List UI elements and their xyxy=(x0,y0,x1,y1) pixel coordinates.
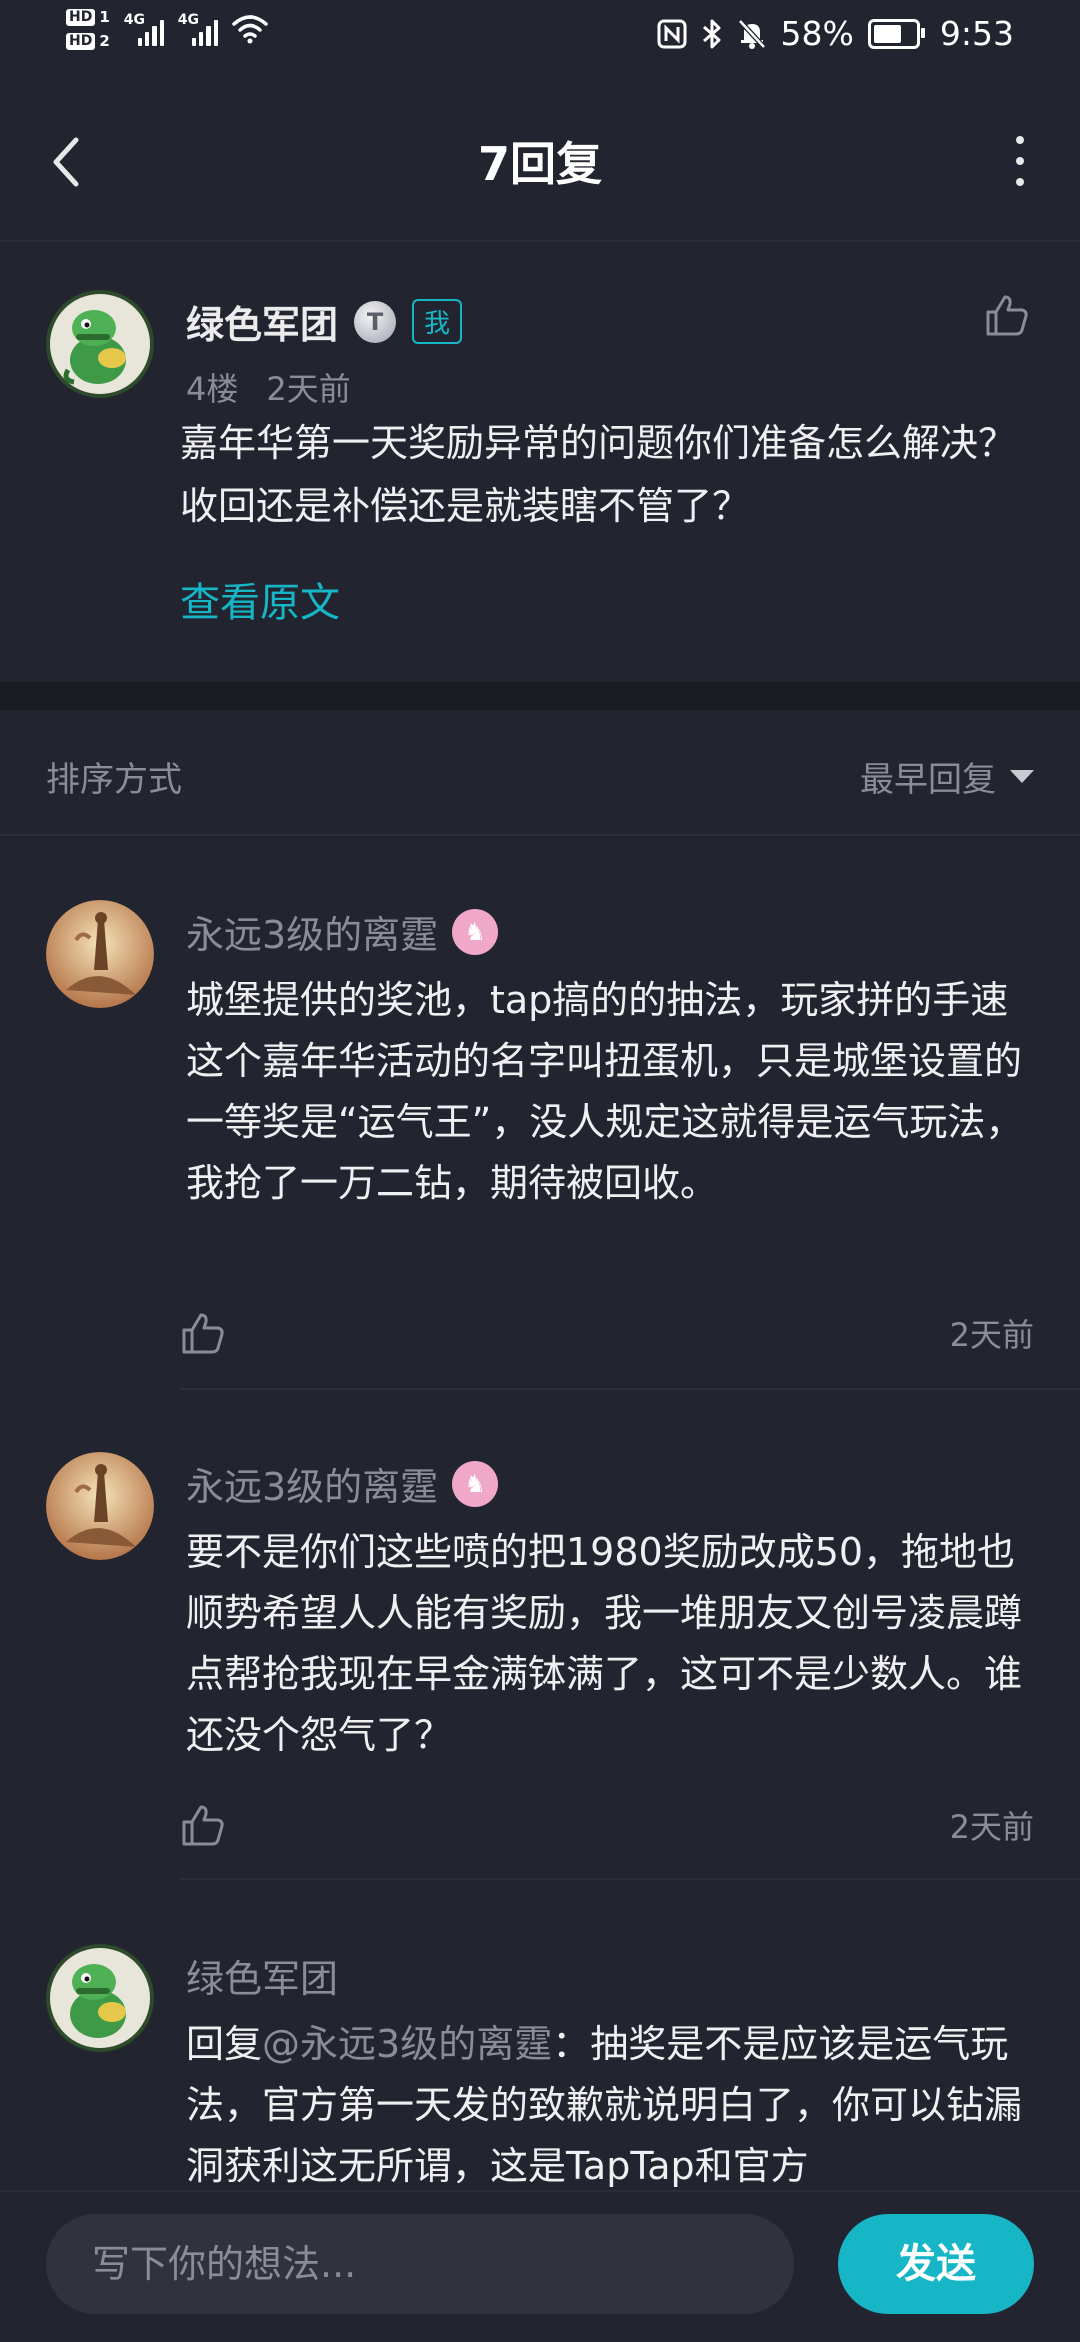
sort-label: 排序方式 xyxy=(46,760,182,800)
chess-knight-badge-icon: ♞ xyxy=(452,1460,499,1507)
post-author-name[interactable]: 绿色军团 xyxy=(186,294,338,349)
reply-item: 绿色军团 回复@永远3级的离霆：抽奖是不是应该是运气玩法，官方第一天发的致歉就说… xyxy=(0,1944,1080,2194)
more-vertical-icon[interactable] xyxy=(1010,136,1030,186)
reply-author-name[interactable]: 永远3级的离霆 xyxy=(186,904,438,959)
caret-down-icon xyxy=(1010,770,1034,783)
reply-body: 要不是你们这些喷的把1980奖励改成50，拖地也顺势希望人人能有奖励，我一堆朋友… xyxy=(186,1530,1023,1757)
floor-number: 4楼 xyxy=(186,370,239,408)
status-right: 58% 9:53 xyxy=(657,14,1014,53)
battery-icon xyxy=(867,18,925,49)
reply-body: 回复@永远3级的离霆：抽奖是不是应该是运气玩法，官方第一天发的致歉就说明白了，你… xyxy=(186,2014,1036,2194)
network-type-1: 4G xyxy=(123,12,146,28)
reply-item: 永远3级的离霆 ♞ 要不是你们这些喷的把1980奖励改成50，拖地也顺势希望人人… xyxy=(0,1452,1080,1882)
thumbs-up-icon[interactable] xyxy=(984,292,1030,338)
sim1-number: 1 xyxy=(99,8,110,26)
post-author: 绿色军团 T 我 xyxy=(186,294,463,349)
avatar[interactable] xyxy=(46,290,154,398)
me-tag: 我 xyxy=(412,299,463,344)
sim2-number: 2 xyxy=(99,32,110,50)
mute-bell-icon xyxy=(737,18,766,49)
avatar[interactable] xyxy=(46,900,154,1008)
comment-input[interactable]: 写下你的想法... xyxy=(46,2214,794,2314)
reply-time: 2天前 xyxy=(949,1316,1034,1354)
comment-composer: 写下你的想法... 发送 xyxy=(0,2190,1080,2342)
reply-separator xyxy=(180,1878,1080,1880)
avatar[interactable] xyxy=(46,1944,154,2052)
battery-percent: 58% xyxy=(780,14,854,53)
wifi-icon xyxy=(232,15,268,44)
nfc-icon xyxy=(657,19,687,48)
reply-time: 2天前 xyxy=(949,1808,1034,1846)
hd-sim1: HD 1 xyxy=(66,8,110,26)
page-title: 7回复 xyxy=(477,137,602,191)
sort-dropdown[interactable]: 最早回复 xyxy=(860,752,1034,801)
clock: 9:53 xyxy=(939,14,1014,53)
network-type-2: 4G xyxy=(177,12,200,28)
reply-author: 绿色军团 xyxy=(186,1948,338,2003)
hd-sim2: HD 2 xyxy=(66,32,110,50)
signal-icon: 4G xyxy=(178,12,218,46)
reply-item: 永远3级的离霆 ♞ 城堡提供的奖池，tap搞的的抽法，玩家拼的手速 这个嘉年华活… xyxy=(0,900,1080,1390)
reply-body: 城堡提供的奖池，tap搞的的抽法，玩家拼的手速 这个嘉年华活动的名字叫扭蛋机，只… xyxy=(186,978,1024,1205)
reply-author-name[interactable]: 绿色军团 xyxy=(186,1948,338,2003)
sort-selected: 最早回复 xyxy=(860,760,996,800)
send-button[interactable]: 发送 xyxy=(838,2214,1034,2314)
reply-author: 永远3级的离霆 ♞ xyxy=(186,1456,499,1511)
hd-badge-2: HD xyxy=(66,32,96,50)
thumbs-up-icon[interactable] xyxy=(180,1310,226,1356)
post-meta: 4楼 2天前 xyxy=(186,364,351,410)
chess-knight-badge-icon: ♞ xyxy=(452,908,499,955)
section-divider xyxy=(0,682,1080,710)
status-left: HD 1 HD 2 4G 4G xyxy=(66,8,268,50)
sort-bar: 排序方式 最早回复 xyxy=(0,710,1080,836)
view-original-link[interactable]: 查看原文 xyxy=(180,570,340,628)
level-badge-icon: T xyxy=(354,300,397,343)
reply-prefix: 回复 xyxy=(186,2022,263,2066)
avatar[interactable] xyxy=(46,1452,154,1560)
reply-separator xyxy=(180,1388,1080,1390)
bluetooth-icon xyxy=(702,19,721,48)
top-nav-bar: 7回复 xyxy=(0,80,1080,242)
sim-indicators: HD 1 HD 2 xyxy=(66,8,110,50)
reply-author: 永远3级的离霆 ♞ xyxy=(186,904,499,959)
mention-link[interactable]: @永远3级的离霆 xyxy=(262,2022,552,2066)
status-bar: HD 1 HD 2 4G 4G 58% 9:53 xyxy=(0,0,1080,80)
thumbs-up-icon[interactable] xyxy=(180,1802,226,1848)
reply-author-name[interactable]: 永远3级的离霆 xyxy=(186,1456,438,1511)
signal-icon: 4G xyxy=(124,12,164,46)
post-time: 2天前 xyxy=(266,370,351,408)
original-comment: 绿色军团 T 我 4楼 2天前 嘉年华第一天奖励异常的问题你们准备怎么解决？收回… xyxy=(0,242,1080,682)
hd-badge-1: HD xyxy=(66,8,96,26)
post-body: 嘉年华第一天奖励异常的问题你们准备怎么解决？收回还是补偿还是就装瞎不管了？ xyxy=(180,421,1017,528)
